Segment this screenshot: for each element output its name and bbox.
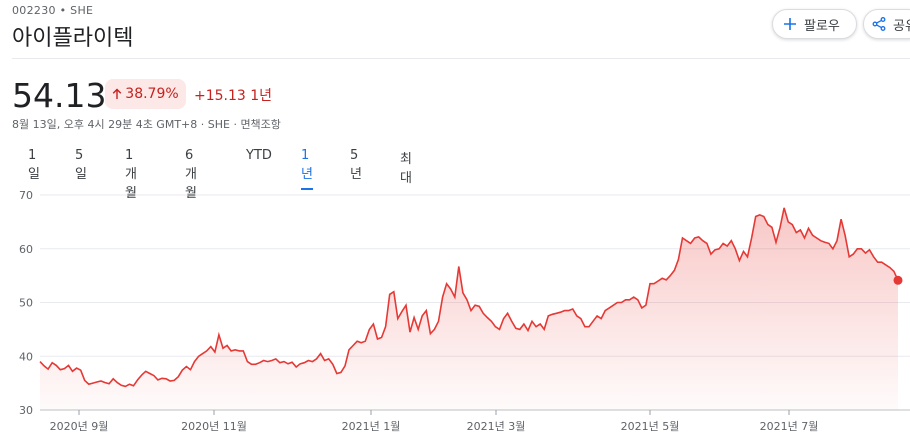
follow-button[interactable]: 팔로우 <box>772 9 857 39</box>
y-tick-label: 40 <box>19 350 33 363</box>
quote-meta: 8월 13일, 오후 4시 29분 4초 GMT+8 · SHE · 면책조항 <box>12 118 281 131</box>
plus-icon <box>784 18 796 30</box>
change-percent-badge: 38.79% <box>105 79 186 109</box>
ticker-symbol: 002230 • SHE <box>12 4 94 17</box>
x-tick-label: 2020년 9월 <box>50 420 109 433</box>
last-price-dot <box>893 275 903 285</box>
arrow-up-icon <box>113 88 122 99</box>
x-tick-label: 2021년 5월 <box>621 420 680 433</box>
y-tick-label: 70 <box>19 189 33 202</box>
header-divider <box>12 58 910 59</box>
x-tick-label: 2020년 11월 <box>181 420 247 433</box>
share-icon <box>872 17 886 31</box>
y-tick-label: 50 <box>19 297 33 310</box>
current-price: 54.13 <box>12 76 107 115</box>
y-tick-label: 30 <box>19 404 33 417</box>
company-name: 아이플라이텍 <box>12 26 134 51</box>
change-absolute: +15.13 1년 <box>194 88 273 104</box>
price-chart[interactable]: 30 40 50 60 70 2020년 9월 2020년 11월 2021년 1월 2021년… <box>0 180 910 443</box>
share-label: 공유 <box>893 18 910 34</box>
x-tick-label: 2021년 1월 <box>342 420 401 433</box>
y-tick-label: 60 <box>19 243 33 256</box>
tab-ytd[interactable]: YTD <box>246 148 272 169</box>
x-tick-label: 2021년 3월 <box>467 420 526 433</box>
follow-label: 팔로우 <box>804 18 840 34</box>
change-percent: 38.79% <box>125 86 179 102</box>
share-button[interactable]: 공유 <box>863 9 910 39</box>
x-tick-label: 2021년 7월 <box>760 420 819 433</box>
